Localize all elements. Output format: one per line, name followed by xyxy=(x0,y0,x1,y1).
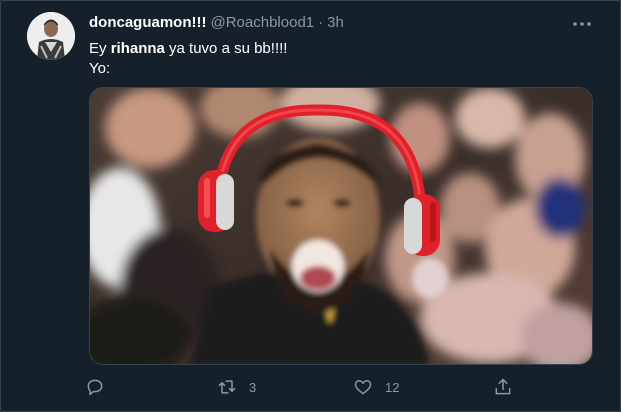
share-icon xyxy=(493,377,513,397)
share-button[interactable] xyxy=(493,375,513,399)
heart-icon xyxy=(353,377,373,397)
retweet-icon xyxy=(217,377,237,397)
display-name[interactable]: doncaguamon!!! xyxy=(89,13,207,33)
tweet-text-line-2: Yo: xyxy=(89,60,111,77)
user-handle[interactable]: @Roachblood1 xyxy=(211,13,315,33)
tweet-actions: 3 12 xyxy=(85,375,525,399)
like-button[interactable]: 12 xyxy=(353,375,399,399)
tweet-media-image[interactable] xyxy=(89,87,593,365)
tweet-header: doncaguamon!!! @Roachblood1 · 3h xyxy=(89,13,344,33)
reply-icon xyxy=(85,377,105,397)
mention-rihanna: rihanna xyxy=(110,40,165,57)
more-options-button[interactable] xyxy=(570,13,594,33)
more-horizontal-icon xyxy=(572,14,592,32)
retweet-button[interactable]: 3 xyxy=(217,375,256,399)
separator-dot: · xyxy=(318,14,324,31)
timestamp[interactable]: 3h xyxy=(327,13,344,33)
avatar[interactable] xyxy=(27,12,75,60)
like-count: 12 xyxy=(385,379,400,395)
text-line1-pre: Ey xyxy=(89,40,111,57)
tweet-text-line-1: Ey rihanna ya tuvo a su bb!!!! xyxy=(89,39,287,59)
tweet-card[interactable]: doncaguamon!!! @Roachblood1 · 3h Ey riha… xyxy=(0,0,621,412)
reply-button[interactable] xyxy=(85,375,117,399)
tweet-text: Ey rihanna ya tuvo a su bb!!!! Yo: xyxy=(89,39,287,79)
retweet-count: 3 xyxy=(249,379,257,395)
text-line1-post: ya tuvo a su bb!!!! xyxy=(164,40,288,57)
